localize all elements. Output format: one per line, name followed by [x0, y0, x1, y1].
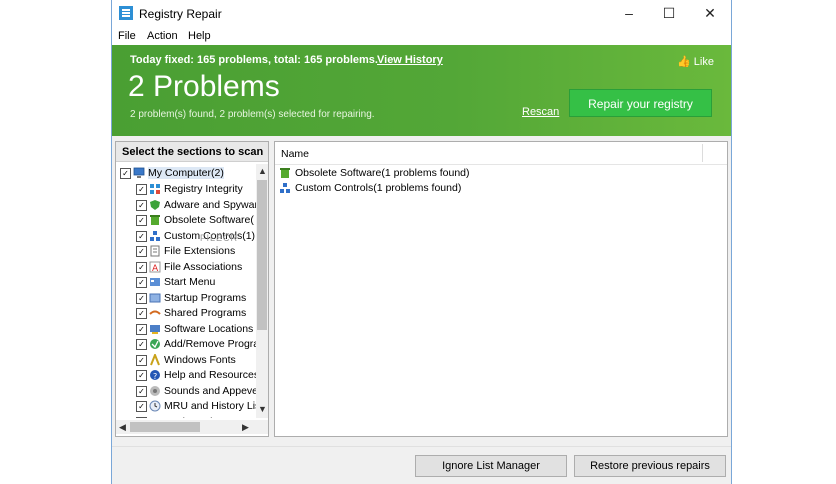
section-checkbox[interactable]: ✓ — [136, 230, 147, 242]
section-label: Device Drivers — [164, 416, 232, 419]
start-menu-icon — [150, 278, 160, 286]
section-checkbox[interactable]: ✓ — [136, 308, 147, 319]
horizontal-scroll-thumb[interactable] — [130, 422, 200, 432]
minimize-button[interactable]: – — [609, 0, 649, 27]
section-checkbox[interactable]: ✓ — [136, 261, 147, 273]
ignore-list-manager-button[interactable]: Ignore List Manager — [415, 455, 567, 477]
section-label: Startup Programs — [164, 291, 247, 304]
registry-integrity-icon — [150, 184, 160, 194]
section-checkbox[interactable]: ✓ — [136, 370, 147, 381]
startup-programs-icon — [149, 293, 161, 302]
section-checkbox[interactable]: ✓ — [136, 323, 147, 335]
controls-cubes-icon — [280, 183, 290, 193]
vertical-scroll-thumb[interactable] — [257, 180, 267, 330]
thumbs-up-icon: 👍 — [677, 56, 691, 68]
computer-icon — [133, 167, 145, 178]
scroll-down-arrow-icon[interactable]: ▼ — [258, 404, 267, 414]
help-icon: ? — [150, 370, 160, 381]
history-icon — [149, 400, 161, 412]
section-checkbox[interactable]: ✓ — [136, 401, 147, 412]
section-checkbox[interactable]: ✓ — [136, 339, 147, 350]
trash-bin-icon — [280, 168, 290, 178]
root-checkbox[interactable]: ✓ — [120, 168, 131, 179]
name-column-label: Name — [281, 148, 310, 160]
section-label: Help and Resources — [164, 369, 256, 381]
column-divider[interactable] — [702, 144, 703, 162]
scroll-right-arrow-icon[interactable]: ▶ — [242, 422, 249, 433]
restore-previous-repairs-button[interactable]: Restore previous repairs — [574, 455, 726, 477]
like-button[interactable]: 👍 Like — [677, 55, 714, 68]
results-panel: Name Obsolete Software(1 problems found)… — [274, 141, 728, 437]
section-label: Obsolete Software( — [164, 214, 254, 226]
problems-headline: 2 Problems — [128, 70, 280, 103]
section-label: Windows Fonts — [164, 353, 236, 366]
controls-cubes-icon — [150, 230, 160, 241]
root-label: My Computer(2) — [148, 167, 224, 179]
section-checkbox[interactable]: ✓ — [136, 199, 147, 211]
tree-vertical-scrollbar[interactable]: ▲ ▼ — [256, 164, 268, 418]
shared-programs-icon — [149, 310, 161, 315]
watermark-text: FILECR — [200, 233, 239, 243]
fonts-icon — [150, 353, 160, 365]
section-label: Start Menu — [164, 276, 216, 288]
footer-divider — [112, 446, 731, 447]
adware-shield-icon — [150, 199, 160, 210]
section-checkbox[interactable]: ✓ — [136, 215, 147, 226]
software-locations-icon — [150, 324, 160, 334]
problems-subtitle: 2 problem(s) found, 2 problem(s) selecte… — [130, 109, 375, 120]
menu-bar: File Action Help — [112, 27, 731, 46]
section-label: File Associations — [164, 260, 243, 273]
fixed-summary: Today fixed: 165 problems, total: 165 pr… — [130, 54, 378, 66]
section-label: Software Locations — [164, 322, 254, 335]
close-button[interactable]: ✕ — [690, 0, 730, 27]
app-logo-icon — [119, 6, 133, 20]
scroll-left-arrow-icon[interactable]: ◀ — [119, 422, 126, 433]
title-bar: Registry Repair – ☐ ✕ — [112, 0, 731, 27]
result-label: Obsolete Software(1 problems found) — [295, 167, 470, 179]
menu-help[interactable]: Help — [188, 30, 211, 42]
sections-tree: ✓ My Computer(2) ✓ Registry Integrity ✓ Adw… — [116, 164, 256, 418]
sections-header: Select the sections to scan — [116, 142, 268, 162]
repair-registry-button[interactable]: Repair your registry — [569, 89, 712, 117]
svg-text:?: ? — [153, 372, 157, 381]
status-banner: Today fixed: 165 problems, total: 165 pr… — [112, 45, 731, 136]
section-label: MRU and History Lis — [164, 400, 256, 412]
results-column-header[interactable]: Name — [275, 142, 727, 165]
sections-panel: Select the sections to scan ✓ My Compute… — [115, 141, 269, 437]
section-label: File Extensions — [164, 245, 236, 257]
section-label: Add/Remove Progra — [164, 338, 256, 350]
menu-file[interactable]: File — [118, 30, 136, 42]
scroll-up-arrow-icon[interactable]: ▲ — [258, 166, 267, 176]
maximize-button[interactable]: ☐ — [649, 0, 689, 27]
section-checkbox[interactable]: ✓ — [136, 246, 147, 257]
section-label: Registry Integrity — [164, 183, 243, 195]
like-label: Like — [693, 56, 714, 68]
menu-action[interactable]: Action — [147, 30, 178, 42]
section-checkbox[interactable]: ✓ — [136, 277, 147, 288]
tree-horizontal-scrollbar[interactable]: ◀ ▶ — [116, 420, 268, 434]
section-checkbox[interactable]: ✓ — [136, 184, 147, 195]
file-extension-icon — [150, 245, 160, 257]
section-checkbox[interactable]: ✓ — [136, 354, 147, 366]
device-drivers-icon — [149, 416, 161, 419]
section-label: Adware and Spyware — [164, 198, 256, 211]
add-remove-icon — [150, 339, 160, 349]
section-checkbox[interactable]: ✓ — [136, 385, 147, 397]
section-label: Sounds and Appeve — [164, 384, 256, 397]
trash-bin-icon — [150, 215, 160, 225]
file-association-icon: A — [149, 261, 161, 273]
result-label: Custom Controls(1 problems found) — [295, 182, 462, 194]
rescan-link[interactable]: Rescan — [522, 106, 559, 118]
view-history-link[interactable]: View History — [377, 54, 443, 66]
section-checkbox[interactable]: ✓ — [136, 416, 147, 418]
window-title: Registry Repair — [139, 7, 222, 21]
section-checkbox[interactable]: ✓ — [136, 292, 147, 304]
sounds-icon — [150, 385, 160, 396]
svg-text:A: A — [152, 264, 159, 273]
section-label: Shared Programs — [164, 307, 247, 319]
